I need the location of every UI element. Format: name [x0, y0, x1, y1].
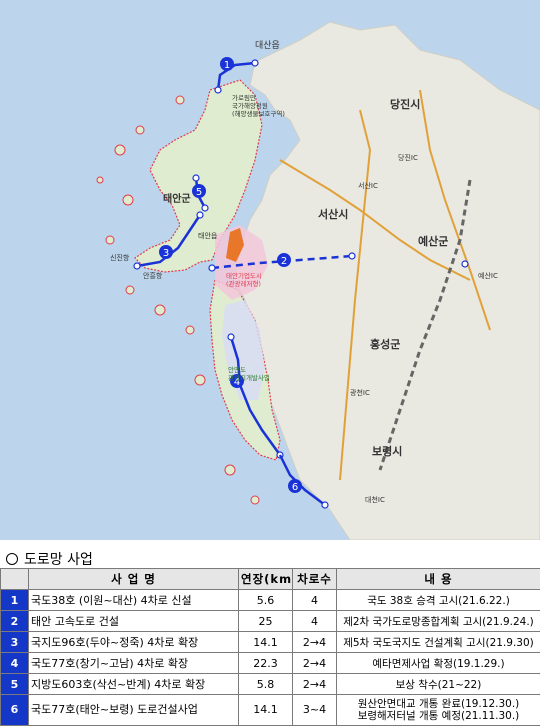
table-header-row: 사 업 명 연장(km) 차로수 내 용	[1, 569, 540, 590]
cell-num: 4	[1, 653, 29, 674]
header-num	[1, 569, 29, 590]
label-dangjin: 당진시	[390, 97, 420, 111]
map-canvas: 1 2 3 4 5 6 대산읍 당진시 당진IC 서	[0, 0, 540, 540]
cell-lanes: 2→4	[293, 632, 337, 653]
cell-name: 지방도603호(삭선~반계) 4차로 확장	[29, 674, 239, 695]
route-map: 1 2 3 4 5 6 대산읍 당진시 당진IC 서	[0, 0, 540, 540]
cell-length: 14.1	[239, 695, 293, 726]
cell-num: 6	[1, 695, 29, 726]
cell-content: 원산안면대교 개통 완료(19.12.30.)보령해저터널 개통 예정(21.1…	[337, 695, 540, 726]
cell-content: 제2차 국가도로망종합계획 고시(21.9.24.)	[337, 611, 540, 632]
cell-lanes: 4	[293, 590, 337, 611]
header-content: 내 용	[337, 569, 540, 590]
cell-lanes: 2→4	[293, 653, 337, 674]
label-yesan-ic: 예산IC	[478, 271, 498, 280]
cell-lanes: 4	[293, 611, 337, 632]
cell-length: 14.1	[239, 632, 293, 653]
cell-name: 국도38호 (이원~대산) 4차로 신설	[29, 590, 239, 611]
cell-num: 3	[1, 632, 29, 653]
cell-content: 국도 38호 승격 고시(21.6.22.)	[337, 590, 540, 611]
label-daecheon-ic: 대천IC	[365, 495, 385, 504]
circle-bullet-icon	[6, 553, 18, 565]
label-sinjin: 신진항	[110, 253, 130, 262]
cell-length: 5.8	[239, 674, 293, 695]
cell-name: 국도77호(태안~보령) 도로건설사업	[29, 695, 239, 726]
cell-num: 5	[1, 674, 29, 695]
section-title: 도로망 사업	[6, 549, 93, 569]
table-row: 1국도38호 (이원~대산) 4차로 신설5.64국도 38호 승격 고시(21…	[1, 590, 540, 611]
label-taean-eup: 태안읍	[198, 231, 218, 240]
header-lanes: 차로수	[293, 569, 337, 590]
cell-length: 5.6	[239, 590, 293, 611]
table-row: 3국지도96호(두야~정죽) 4차로 확장14.12→4제5차 국도국지도 건설…	[1, 632, 540, 653]
label-yesan: 예산군	[418, 234, 448, 248]
label-hongseong: 홍성군	[370, 337, 400, 351]
cell-name: 태안 고속도로 건설	[29, 611, 239, 632]
route-5-label: 5	[196, 187, 202, 198]
cell-name: 국도77호(창기~고남) 4차로 확장	[29, 653, 239, 674]
label-enterprise: 태안기업도시 (관광레저형)	[226, 271, 264, 288]
section-title-text: 도로망 사업	[24, 549, 93, 569]
yesan-node	[462, 261, 468, 267]
cell-lanes: 3~4	[293, 695, 337, 726]
cell-content: 제5차 국도국지도 건설계획 고시(21.9.30)	[337, 632, 540, 653]
table-row: 2태안 고속도로 건설254제2차 국가도로망종합계획 고시(21.9.24.)	[1, 611, 540, 632]
cell-num: 2	[1, 611, 29, 632]
route-6-label: 6	[292, 482, 298, 493]
cell-content: 보상 착수(21~22)	[337, 674, 540, 695]
label-dangjin-ic: 당진IC	[398, 153, 418, 162]
label-daesan: 대산읍	[255, 40, 280, 51]
route-3-label: 3	[163, 248, 169, 259]
label-seosan: 서산시	[318, 207, 348, 221]
label-anheung: 안흥항	[143, 271, 163, 280]
header-length: 연장(km)	[239, 569, 293, 590]
table-row: 5지방도603호(삭선~반계) 4차로 확장5.82→4보상 착수(21~22)	[1, 674, 540, 695]
route-2-label: 2	[281, 256, 287, 267]
cell-name: 국지도96호(두야~정죽) 4차로 확장	[29, 632, 239, 653]
header-name: 사 업 명	[29, 569, 239, 590]
table-row: 4국도77호(창기~고남) 4차로 확장22.32→4예타면제사업 확정(19.…	[1, 653, 540, 674]
label-gwangcheon-ic: 광천IC	[350, 388, 370, 397]
table-row: 6국도77호(태안~보령) 도로건설사업14.13~4원산안면대교 개통 완료(…	[1, 695, 540, 726]
label-taean-gun: 태안군	[163, 192, 191, 205]
cell-content: 예타면제사업 확정(19.1.29.)	[337, 653, 540, 674]
cell-length: 25	[239, 611, 293, 632]
route-1-label: 1	[224, 60, 230, 71]
label-seosan-ic: 서산IC	[358, 181, 378, 190]
cell-num: 1	[1, 590, 29, 611]
label-boryeong: 보령시	[372, 445, 402, 458]
cell-lanes: 2→4	[293, 674, 337, 695]
cell-length: 22.3	[239, 653, 293, 674]
projects-table: 사 업 명 연장(km) 차로수 내 용 1국도38호 (이원~대산) 4차로 …	[0, 568, 540, 726]
